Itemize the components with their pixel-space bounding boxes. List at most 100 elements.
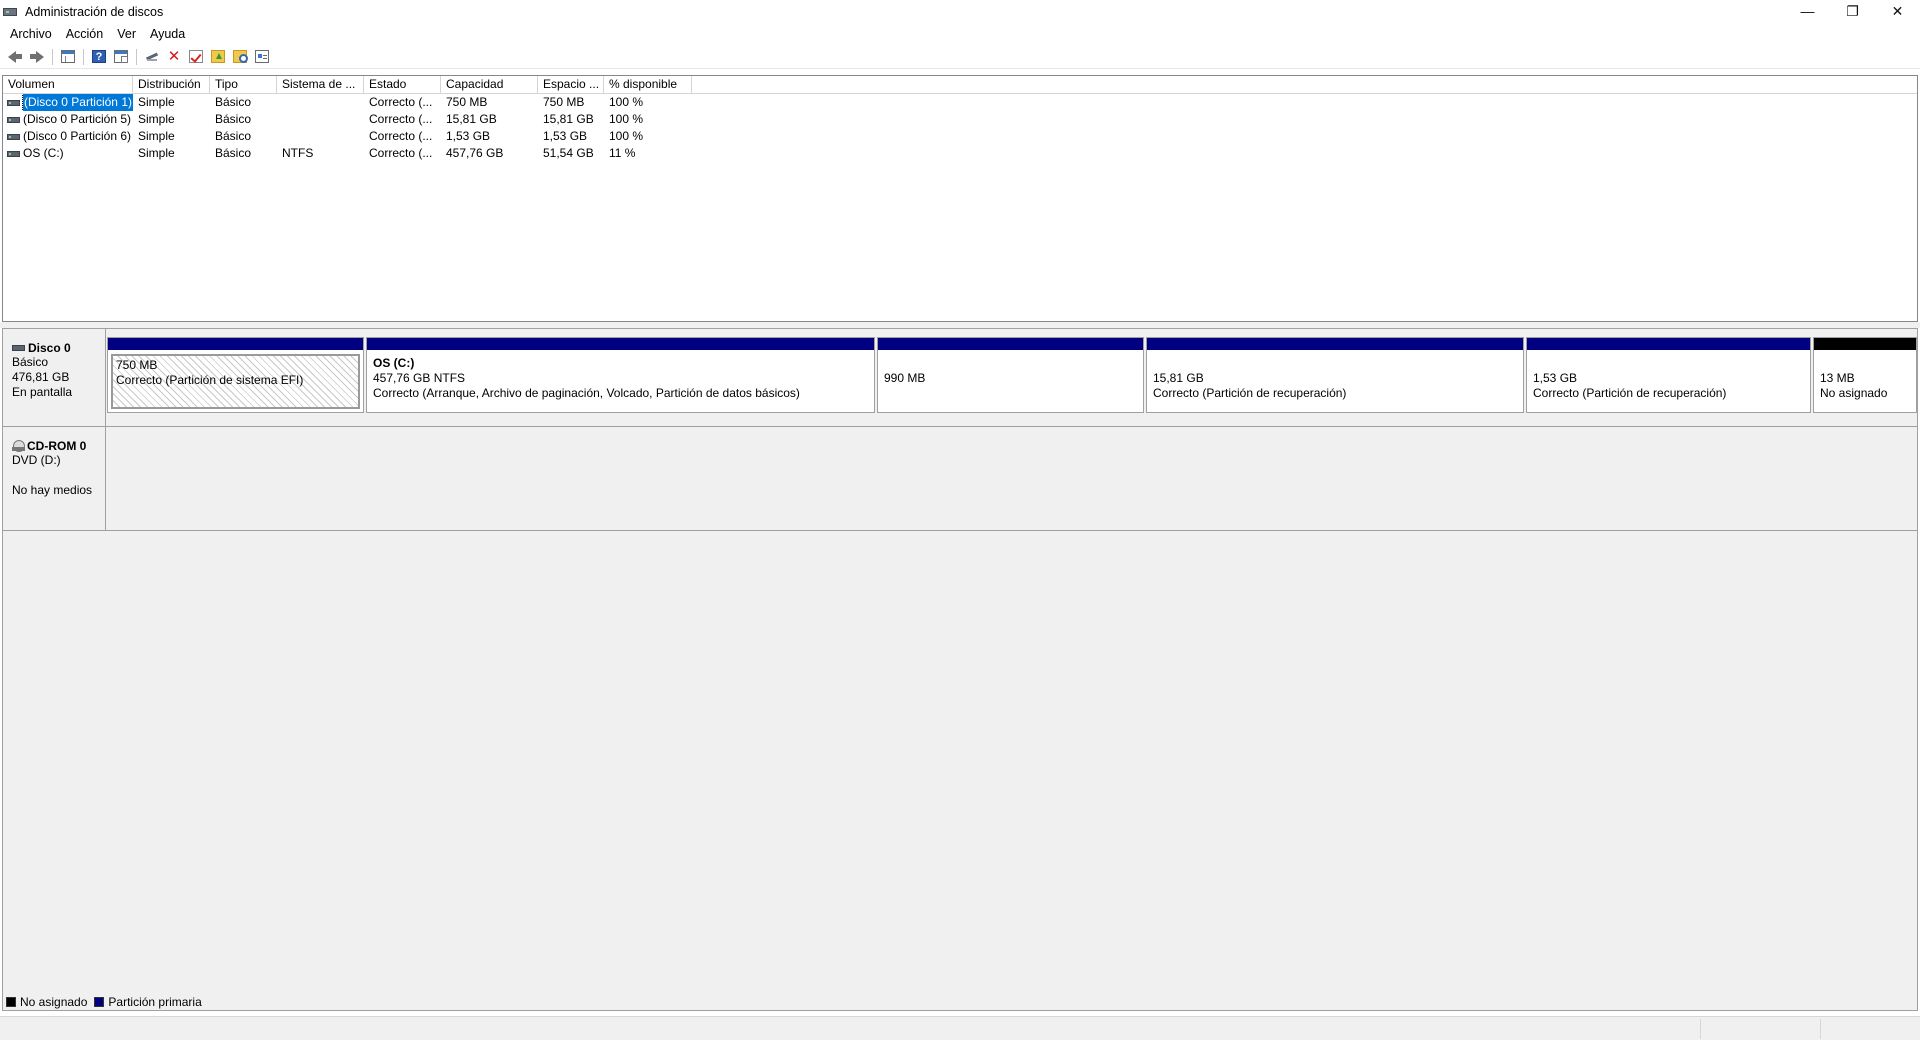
check-icon	[189, 50, 203, 63]
status-pane	[1700, 1019, 1820, 1039]
volume-list-header: Volumen Distribución Tipo Sistema de ...…	[3, 76, 1917, 94]
capacity-cell: 457,76 GB	[446, 146, 504, 160]
cdrom-0-label[interactable]: CD-ROM 0 DVD (D:) No hay medios	[3, 427, 106, 530]
percent-free-cell: 100 %	[609, 129, 644, 143]
disk-name: Disco 0	[28, 340, 71, 355]
window-icon	[61, 50, 75, 63]
percent-free-cell: 100 %	[609, 95, 644, 109]
partition-status: Correcto (Partición de sistema EFI)	[116, 373, 304, 387]
help-button[interactable]: ?	[88, 47, 110, 67]
primary-partition-bar	[367, 338, 874, 350]
type-cell: Básico	[215, 146, 252, 160]
disk-0-label[interactable]: Disco 0 Básico 476,81 GB En pantalla	[3, 329, 106, 426]
status-cell: Correcto (...	[369, 112, 433, 126]
status-cell: Correcto (...	[369, 95, 433, 109]
close-button[interactable]: ✕	[1875, 0, 1920, 22]
restore-button[interactable]: ❐	[1830, 0, 1875, 22]
show-hide-console-tree-button[interactable]	[57, 47, 79, 67]
partition-status: Correcto (Partición de recuperación)	[1533, 386, 1727, 400]
partition-size: 1,53 GB	[1533, 371, 1578, 385]
column-header-estado[interactable]: Estado	[364, 76, 441, 94]
explore-button[interactable]	[229, 47, 251, 67]
partition-recovery-2[interactable]: 1,53 GB Correcto (Partición de recuperac…	[1526, 337, 1811, 413]
drive-icon	[7, 99, 20, 106]
list-view-button[interactable]	[251, 47, 273, 67]
partition-name: OS (C:)	[373, 356, 415, 370]
type-cell: Básico	[215, 95, 252, 109]
properties-button[interactable]	[110, 47, 132, 67]
partition-os-c[interactable]: OS (C:) 457,76 GB NTFS Correcto (Arranqu…	[366, 337, 875, 413]
volume-cell: (Disco 0 Partición 5)	[3, 111, 133, 128]
free-space-cell: 1,53 GB	[543, 129, 588, 143]
toolbar: ? ✕	[0, 45, 1920, 69]
free-space-cell: 750 MB	[543, 95, 585, 109]
list-icon	[255, 50, 269, 63]
volume-cell: OS (C:)	[3, 145, 133, 162]
legend-label-unallocated: No asignado	[20, 995, 88, 1009]
check-button[interactable]	[185, 47, 207, 67]
layout-cell: Simple	[138, 146, 175, 160]
disk-0-row: Disco 0 Básico 476,81 GB En pantalla 750…	[3, 329, 1917, 427]
partition-990mb[interactable]: 990 MB	[877, 337, 1144, 413]
disk-map: Disco 0 Básico 476,81 GB En pantalla 750…	[2, 328, 1918, 1011]
legend-label-primary: Partición primaria	[108, 995, 202, 1009]
status-cell: Correcto (...	[369, 146, 433, 160]
partition-recovery-1[interactable]: 15,81 GB Correcto (Partición de recupera…	[1146, 337, 1524, 413]
column-header-sistema[interactable]: Sistema de ...	[277, 76, 364, 94]
menu-ver[interactable]: Ver	[110, 27, 143, 41]
cdrom-name: CD-ROM 0	[27, 438, 87, 453]
help-icon: ?	[92, 50, 106, 63]
delete-icon: ✕	[167, 48, 181, 65]
status-cell: Correcto (...	[369, 129, 433, 143]
column-header-tipo[interactable]: Tipo	[210, 76, 277, 94]
partition-size: 15,81 GB	[1153, 371, 1204, 385]
menu-ayuda[interactable]: Ayuda	[143, 27, 192, 41]
legend-swatch-primary	[94, 997, 105, 1007]
column-header-espacio[interactable]: Espacio ...	[538, 76, 604, 94]
cdrom-area[interactable]	[107, 427, 1917, 530]
column-header-volumen[interactable]: Volumen	[3, 76, 133, 94]
table-row[interactable]: (Disco 0 Partición 6) Simple Básico Corr…	[3, 128, 1917, 145]
volume-name: (Disco 0 Partición 6)	[23, 129, 132, 143]
type-cell: Básico	[215, 112, 252, 126]
table-row[interactable]: (Disco 0 Partición 1) Simple Básico Corr…	[3, 94, 1917, 111]
title-bar: Administración de discos — ❐ ✕	[0, 0, 1920, 23]
connect-icon	[145, 50, 159, 63]
table-row[interactable]: (Disco 0 Partición 5) Simple Básico Corr…	[3, 111, 1917, 128]
forward-button[interactable]	[26, 47, 48, 67]
column-header-disponible[interactable]: % disponible	[604, 76, 692, 94]
volume-list[interactable]: Volumen Distribución Tipo Sistema de ...…	[2, 75, 1918, 322]
menu-archivo[interactable]: Archivo	[3, 27, 59, 41]
layout-cell: Simple	[138, 95, 175, 109]
partition-status: Correcto (Partición de recuperación)	[1153, 386, 1347, 400]
arrow-left-icon	[8, 50, 22, 63]
arrow-right-icon	[30, 50, 44, 63]
folder-up-icon	[211, 50, 225, 63]
unallocated-space[interactable]: 13 MB No asignado	[1813, 337, 1917, 413]
back-button[interactable]	[4, 47, 26, 67]
partition-efi[interactable]: 750 MB Correcto (Partición de sistema EF…	[107, 337, 364, 413]
column-header-distribucion[interactable]: Distribución	[133, 76, 210, 94]
minimize-button[interactable]: —	[1785, 0, 1830, 22]
menu-bar: Archivo Acción Ver Ayuda	[0, 23, 1920, 44]
partition-status: Correcto (Arranque, Archivo de paginació…	[373, 386, 800, 400]
properties-icon	[114, 50, 128, 63]
open-button[interactable]	[207, 47, 229, 67]
filesystem-cell	[277, 94, 364, 111]
table-row[interactable]: OS (C:) Simple Básico NTFS Correcto (...…	[3, 145, 1917, 162]
volume-name: OS (C:)	[23, 146, 64, 160]
connect-disk-button[interactable]	[141, 47, 163, 67]
column-header-capacidad[interactable]: Capacidad	[441, 76, 538, 94]
free-space-cell: 15,81 GB	[543, 112, 594, 126]
primary-partition-bar	[878, 338, 1143, 350]
delete-button[interactable]: ✕	[163, 47, 185, 67]
partition-size: 990 MB	[884, 371, 926, 385]
filesystem-cell: NTFS	[282, 146, 314, 160]
percent-free-cell: 100 %	[609, 112, 644, 126]
layout-cell: Simple	[138, 112, 175, 126]
status-pane	[1820, 1019, 1920, 1039]
cdrom-0-row: CD-ROM 0 DVD (D:) No hay medios	[3, 427, 1917, 531]
toolbar-separator	[83, 48, 84, 65]
cdrom-media: No hay medios	[12, 483, 93, 497]
menu-accion[interactable]: Acción	[59, 27, 111, 41]
